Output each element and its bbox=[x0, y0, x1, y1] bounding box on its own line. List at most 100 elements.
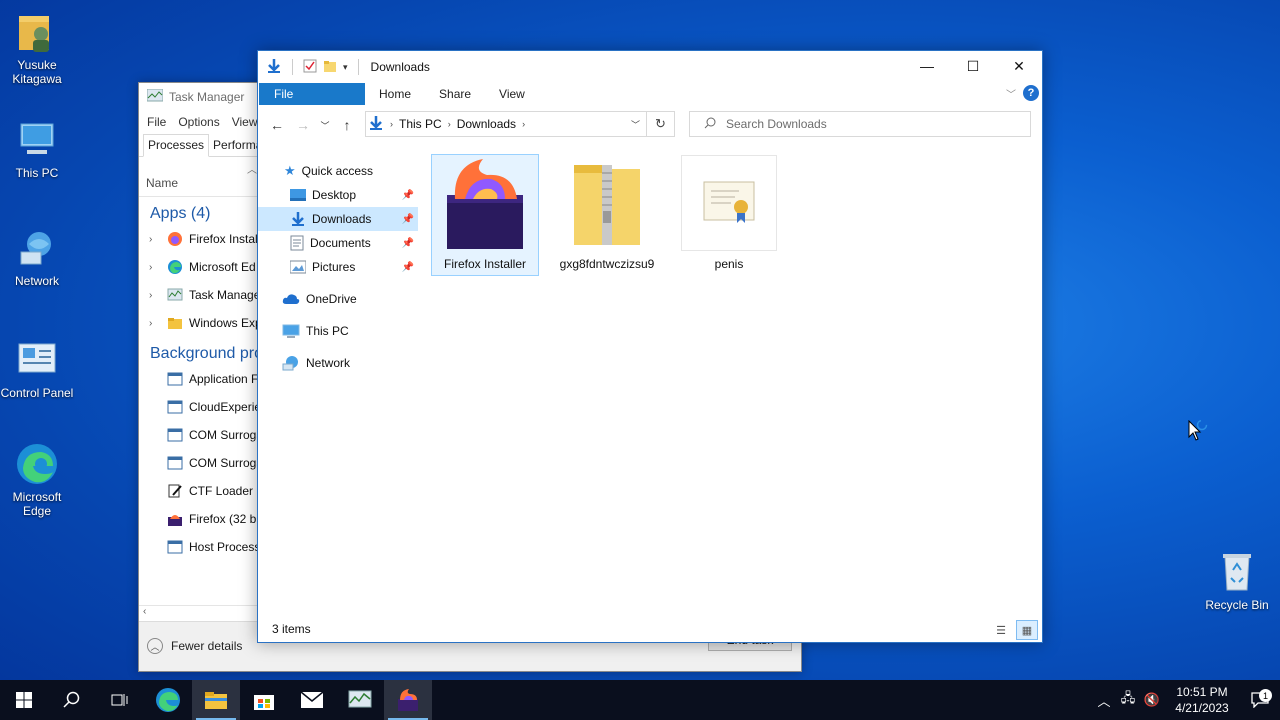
breadcrumb-downloads[interactable]: Downloads bbox=[457, 117, 516, 131]
up-button[interactable]: ↑ bbox=[334, 117, 360, 133]
nav-desktop[interactable]: Desktop 📌 bbox=[258, 183, 418, 207]
nav-documents[interactable]: Documents 📌 bbox=[258, 231, 418, 255]
taskbar-edge[interactable] bbox=[144, 680, 192, 720]
volume-muted-icon[interactable]: 🔇 bbox=[1140, 692, 1164, 708]
taskbar: ︿ 🖧 🔇 10:51 PM 4/21/2023 1 bbox=[0, 680, 1280, 720]
desktop-icon-network[interactable]: Network bbox=[0, 226, 74, 288]
desktop-icon-user-folder[interactable]: Yusuke Kitagawa bbox=[0, 10, 74, 86]
notification-count-badge: 1 bbox=[1259, 689, 1272, 702]
search-button[interactable] bbox=[48, 680, 96, 720]
process-name: Host Process bbox=[189, 540, 261, 554]
network-status-icon[interactable]: 🖧 bbox=[1116, 689, 1140, 711]
action-center-button[interactable]: 1 bbox=[1240, 689, 1280, 708]
breadcrumb-chevron-icon[interactable]: › bbox=[448, 119, 451, 129]
desktop-icon-recycle-bin[interactable]: Recycle Bin bbox=[1200, 550, 1274, 612]
breadcrumb-this-pc[interactable]: This PC bbox=[399, 117, 442, 131]
pin-icon[interactable]: 📌 bbox=[402, 238, 414, 249]
expand-icon[interactable]: › bbox=[149, 234, 161, 245]
search-box[interactable]: Search Downloads bbox=[689, 111, 1031, 137]
file-item-firefox-installer[interactable]: Firefox Installer bbox=[431, 154, 539, 276]
nav-label: Desktop bbox=[312, 188, 357, 202]
nav-this-pc[interactable]: This PC bbox=[258, 319, 418, 343]
breadcrumb-chevron-icon[interactable]: › bbox=[390, 119, 393, 129]
computer-icon bbox=[282, 324, 300, 338]
nav-label: OneDrive bbox=[306, 292, 357, 306]
properties-icon[interactable] bbox=[303, 59, 317, 76]
computer-icon bbox=[15, 118, 59, 162]
minimize-button[interactable]: — bbox=[904, 51, 950, 81]
explorer-window[interactable]: ▾ Downloads — ☐ ✕ File Home Share View ﹀… bbox=[257, 50, 1043, 643]
fewer-details-button[interactable]: ︿ Fewer details bbox=[147, 638, 242, 654]
nav-label: Network bbox=[306, 356, 351, 370]
taskbar-store[interactable] bbox=[240, 680, 288, 720]
address-dropdown-icon[interactable]: ﹀ bbox=[631, 118, 640, 131]
ribbon-tab-file[interactable]: File bbox=[259, 83, 365, 105]
expand-ribbon-icon[interactable]: ﹀ bbox=[1006, 86, 1016, 101]
window-process-icon bbox=[167, 540, 183, 554]
process-name: COM Surroga bbox=[189, 428, 264, 442]
breadcrumb-chevron-icon[interactable]: › bbox=[522, 119, 525, 129]
taskbar-file-explorer[interactable] bbox=[192, 680, 240, 720]
nav-downloads[interactable]: Downloads 📌 bbox=[258, 207, 418, 231]
horizontal-scrollbar[interactable]: ‹ bbox=[139, 605, 259, 621]
desktop-icon-edge[interactable]: Microsoft Edge bbox=[0, 442, 74, 518]
help-icon[interactable]: ? bbox=[1023, 85, 1039, 101]
ribbon-tab-home[interactable]: Home bbox=[365, 83, 425, 105]
ribbon-tab-view[interactable]: View bbox=[485, 83, 539, 105]
maximize-button[interactable]: ☐ bbox=[950, 51, 996, 81]
back-button[interactable]: ← bbox=[264, 117, 290, 133]
pin-icon[interactable]: 📌 bbox=[402, 190, 414, 201]
process-name: Windows Exp bbox=[189, 316, 262, 330]
chevron-up-icon: ︿ bbox=[147, 638, 163, 654]
address-bar[interactable]: › This PC › Downloads › ﹀ ↻ bbox=[365, 111, 675, 137]
new-folder-icon[interactable] bbox=[323, 59, 337, 76]
customize-toolbar-icon[interactable]: ▾ bbox=[343, 62, 348, 73]
process-name: CTF Loader bbox=[189, 484, 254, 498]
show-hidden-icons-icon[interactable]: ︿ bbox=[1092, 691, 1116, 710]
window-process-icon bbox=[167, 456, 183, 470]
clock[interactable]: 10:51 PM 4/21/2023 bbox=[1164, 684, 1240, 716]
details-view-icon[interactable]: ☰ bbox=[990, 620, 1012, 640]
file-item-zip[interactable]: gxg8fdntwczizsu9 bbox=[554, 155, 660, 275]
folder-icon bbox=[168, 318, 182, 329]
firefox-installer-icon bbox=[168, 232, 182, 246]
taskbar-task-manager[interactable] bbox=[336, 680, 384, 720]
process-name: Firefox (32 bi bbox=[189, 512, 260, 526]
ribbon-tab-share[interactable]: Share bbox=[425, 83, 485, 105]
start-button[interactable] bbox=[0, 680, 48, 720]
process-name: Microsoft Ed bbox=[189, 260, 256, 274]
taskbar-mail[interactable] bbox=[288, 680, 336, 720]
taskbar-firefox-installer[interactable] bbox=[384, 680, 432, 720]
desktop-icon-this-pc[interactable]: This PC bbox=[0, 118, 74, 180]
view-toggle: ☰ ▦ bbox=[990, 620, 1038, 640]
window-process-icon bbox=[167, 428, 183, 442]
expand-icon[interactable]: › bbox=[149, 290, 161, 301]
search-placeholder: Search Downloads bbox=[726, 117, 827, 131]
nav-network[interactable]: Network bbox=[258, 351, 418, 375]
pin-icon[interactable]: 📌 bbox=[402, 214, 414, 225]
pin-icon[interactable]: 📌 bbox=[402, 262, 414, 273]
desktop-icon-control-panel[interactable]: Control Panel bbox=[0, 338, 74, 400]
downloads-arrow-icon[interactable] bbox=[266, 58, 282, 77]
menu-file[interactable]: File bbox=[147, 115, 166, 129]
large-icons-view-icon[interactable]: ▦ bbox=[1016, 620, 1038, 640]
nav-label: Quick access bbox=[301, 164, 374, 178]
windows-logo-icon bbox=[16, 692, 32, 708]
explorer-titlebar[interactable]: ▾ Downloads — ☐ ✕ bbox=[258, 51, 1042, 83]
recent-locations-button[interactable]: ﹀ bbox=[316, 119, 334, 132]
nav-quick-access[interactable]: ★ Quick access bbox=[258, 159, 418, 183]
menu-view[interactable]: View bbox=[232, 115, 258, 129]
expand-icon[interactable]: › bbox=[149, 262, 161, 273]
nav-onedrive[interactable]: OneDrive bbox=[258, 287, 418, 311]
file-item-certificate[interactable]: penis bbox=[676, 155, 782, 275]
refresh-button[interactable]: ↻ bbox=[646, 112, 674, 136]
tab-processes[interactable]: Processes bbox=[143, 134, 210, 157]
nav-pictures[interactable]: Pictures 📌 bbox=[258, 255, 418, 279]
forward-button[interactable]: → bbox=[290, 117, 316, 133]
ribbon-tabs: File Home Share View ﹀ ? bbox=[258, 83, 1042, 105]
expand-icon[interactable]: › bbox=[149, 318, 161, 329]
system-tray: ︿ 🖧 🔇 10:51 PM 4/21/2023 1 bbox=[1092, 680, 1280, 720]
task-view-button[interactable] bbox=[96, 680, 144, 720]
close-button[interactable]: ✕ bbox=[996, 51, 1042, 81]
menu-options[interactable]: Options bbox=[178, 115, 219, 129]
